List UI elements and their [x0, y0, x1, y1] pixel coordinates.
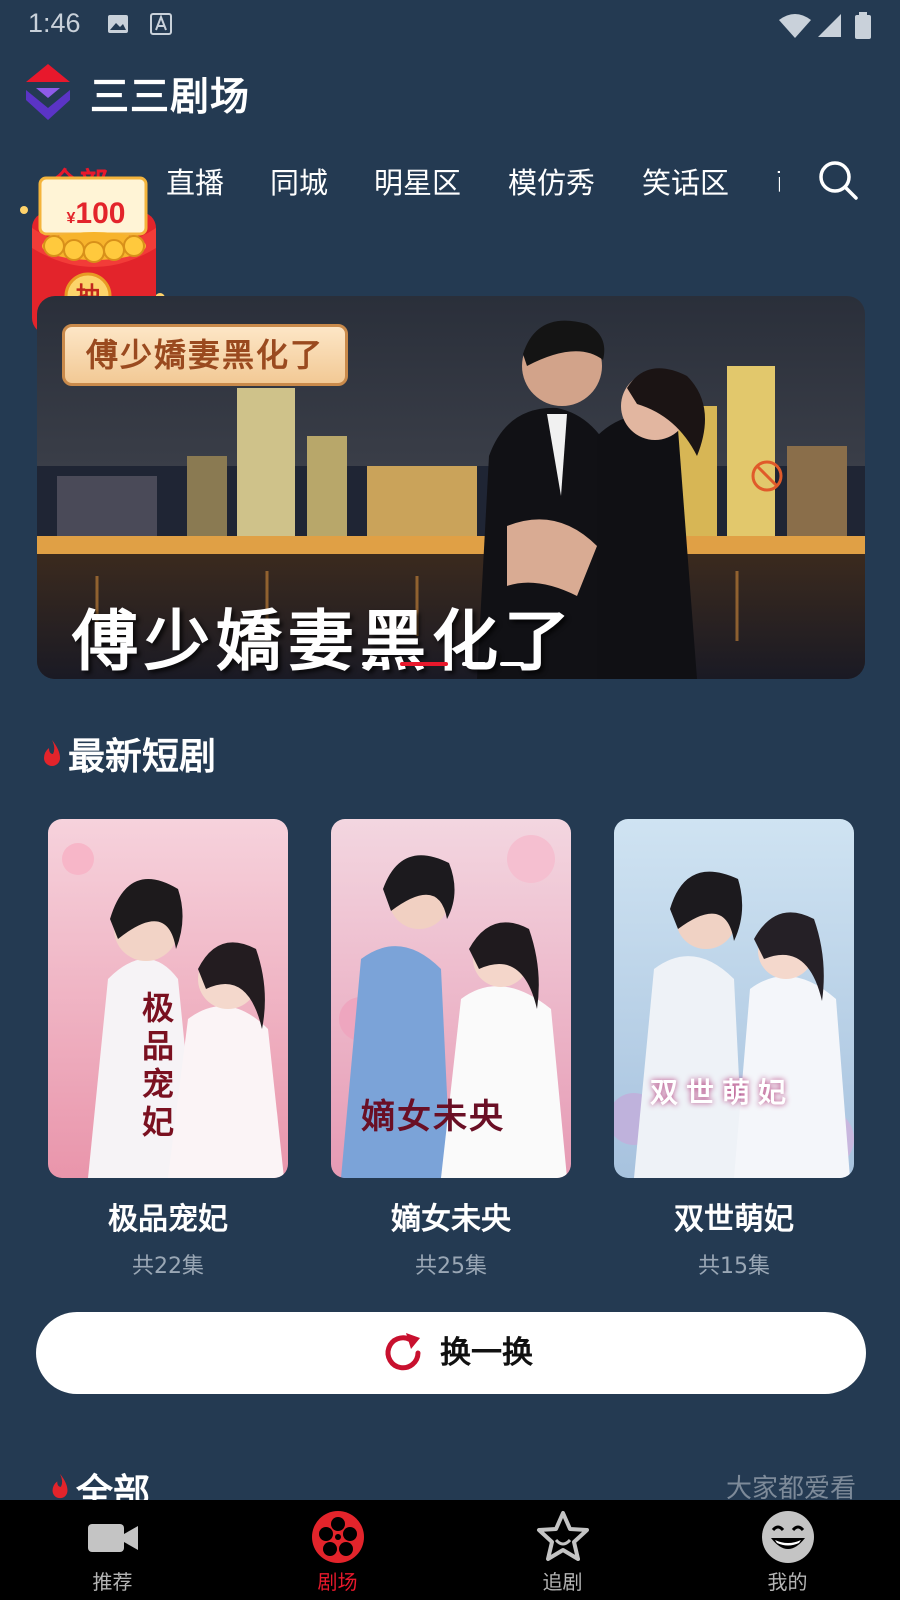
- banner-tag: 傅少嬌妻黑化了: [62, 324, 348, 386]
- poster-title-art: 极品宠妃: [142, 989, 175, 1141]
- flame-icon: [52, 1473, 68, 1499]
- drama-card[interactable]: 双世萌妃 双世萌妃 共15集: [614, 819, 854, 1280]
- pagination-dot: [462, 662, 486, 666]
- drama-card[interactable]: 极品宠妃 极品宠妃 共22集: [48, 819, 288, 1280]
- pagination-dot: [362, 662, 386, 666]
- nav-label: 追剧: [542, 1570, 583, 1594]
- tab-same-city[interactable]: 同城: [270, 155, 328, 211]
- drama-episode-count: 共22集: [132, 1254, 204, 1279]
- drama-title: 嫡女未央: [391, 1202, 511, 1237]
- app-title: 三三剧场: [90, 75, 251, 120]
- star-icon: [537, 1511, 589, 1561]
- drama-card[interactable]: 嫡女未央 嫡女未央 共25集: [331, 819, 571, 1280]
- drama-poster: 极品宠妃: [48, 819, 288, 1178]
- refresh-label: 换一换: [440, 1335, 533, 1371]
- image-notification-icon: [108, 15, 128, 33]
- drama-poster: 双世萌妃: [614, 819, 854, 1178]
- nav-label: 我的: [767, 1570, 808, 1594]
- battery-icon: [855, 12, 871, 39]
- search-icon[interactable]: [816, 158, 860, 202]
- wifi-icon: [779, 14, 811, 38]
- refresh-button[interactable]: 换一换: [36, 1312, 866, 1394]
- bottom-navigation: 推荐 剧场 追剧 我的: [0, 1500, 900, 1600]
- banner-title: 傅少嬌妻黑化了: [72, 602, 576, 680]
- tab-stars[interactable]: 明星区: [374, 155, 461, 211]
- tab-imitation-show[interactable]: 模仿秀: [508, 155, 595, 211]
- app-logo-icon: [26, 64, 70, 120]
- smiley-face-icon: [762, 1511, 814, 1563]
- flame-icon: [44, 740, 60, 766]
- drama-poster: 嫡女未央: [331, 819, 571, 1178]
- tab-jokes[interactable]: 笑话区: [642, 155, 729, 211]
- status-time: 1:46: [28, 8, 81, 38]
- drama-episode-count: 共15集: [698, 1254, 770, 1279]
- poster-title-art: 嫡女未央: [361, 1097, 505, 1137]
- drama-title: 极品宠妃: [108, 1202, 228, 1237]
- video-camera-icon: [88, 1524, 138, 1552]
- nav-item-theater[interactable]: 剧场: [225, 1500, 450, 1600]
- section-title-latest: 最新短剧: [68, 735, 216, 778]
- signal-icon: [818, 14, 841, 37]
- nav-item-following[interactable]: 追剧: [450, 1500, 675, 1600]
- pagination-dot-active: [400, 662, 448, 666]
- nav-label: 剧场: [317, 1570, 358, 1594]
- nav-item-recommend[interactable]: 推荐: [0, 1500, 225, 1600]
- banner-pagination: [362, 662, 532, 668]
- drama-title: 双世萌妃: [674, 1202, 794, 1237]
- refresh-icon: [385, 1333, 421, 1371]
- red-packet-amount: 100: [75, 197, 126, 230]
- tab-cute[interactable]: 萌: [776, 155, 780, 211]
- poster-title-art: 双世萌妃: [650, 1076, 795, 1109]
- text-notification-icon: [150, 13, 172, 35]
- nav-label: 推荐: [92, 1570, 133, 1594]
- pagination-dot: [500, 662, 524, 666]
- drama-episode-count: 共25集: [415, 1254, 487, 1279]
- nav-item-mine[interactable]: 我的: [675, 1500, 900, 1600]
- status-bar: 1:46: [0, 0, 900, 48]
- film-reel-icon: [312, 1511, 364, 1563]
